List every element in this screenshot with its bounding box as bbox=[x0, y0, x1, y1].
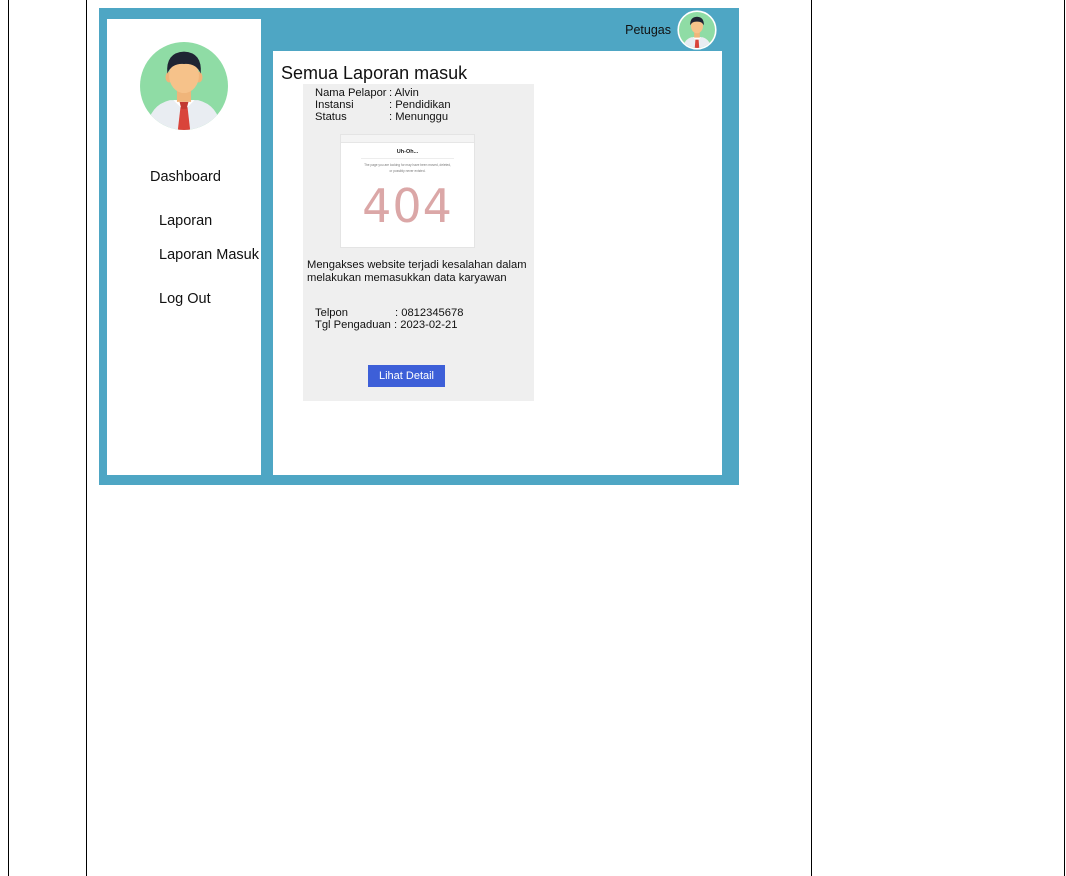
report-key: Nama Pelapor bbox=[315, 87, 387, 99]
contact-value: : 2023-02-21 bbox=[394, 319, 458, 331]
sidebar: Dashboard Laporan Laporan Masuk Log Out bbox=[107, 19, 261, 475]
sidebar-item-logout[interactable]: Log Out bbox=[159, 291, 211, 307]
table-border-col1 bbox=[86, 0, 87, 876]
report-value: : Pendidikan bbox=[389, 99, 451, 111]
contact-value: : 0812345678 bbox=[395, 307, 464, 319]
report-value: : Menunggu bbox=[389, 111, 449, 123]
report-description: Mengakses website terjadi kesalahan dala… bbox=[307, 259, 527, 284]
screenshot-title: Uh-Oh... bbox=[396, 149, 419, 155]
sidebar-item-laporan[interactable]: Laporan bbox=[159, 213, 212, 229]
main-content: Semua Laporan masuk Nama Pelapor: Alvin … bbox=[273, 51, 722, 475]
report-row-nama: Nama Pelapor: Alvin bbox=[315, 87, 419, 99]
screenshot-message: The page you are looking for may have be… bbox=[364, 163, 451, 167]
sidebar-item-laporan-masuk[interactable]: Laporan Masuk bbox=[159, 247, 259, 263]
screenshot-error-code: 404 bbox=[362, 179, 453, 233]
lihat-detail-button[interactable]: Lihat Detail bbox=[368, 365, 445, 387]
contact-key: Tgl Pengaduan bbox=[315, 319, 391, 331]
user-avatar-icon[interactable] bbox=[677, 10, 717, 50]
page-title: Semua Laporan masuk bbox=[281, 63, 468, 83]
sidebar-item-dashboard[interactable]: Dashboard bbox=[150, 169, 221, 185]
contact-key: Telpon bbox=[315, 307, 348, 319]
report-screenshot[interactable]: Uh-Oh... The page you are looking for ma… bbox=[340, 134, 475, 248]
report-row-tgl-pengaduan: Tgl Pengaduan : 2023-02-21 bbox=[315, 319, 457, 331]
report-row-status: Status : Menunggu bbox=[315, 111, 448, 123]
screenshot-divider bbox=[361, 158, 454, 159]
app-mockup-frame: Petugas Dashboard Laporan Laporan Masuk … bbox=[99, 8, 739, 485]
screenshot-message: or possibly never existed. bbox=[389, 169, 426, 173]
profile-avatar-icon bbox=[140, 42, 228, 130]
screenshot-browser-bar bbox=[341, 135, 474, 143]
report-key: Instansi bbox=[315, 99, 354, 111]
user-menu[interactable]: Petugas bbox=[625, 10, 717, 50]
table-border-right bbox=[1064, 0, 1065, 876]
table-border-left bbox=[8, 0, 9, 876]
report-card: Nama Pelapor: Alvin Instansi : Pendidikan… bbox=[303, 84, 534, 401]
report-row-telpon: Telpon : 0812345678 bbox=[315, 307, 463, 319]
report-key: Status bbox=[315, 111, 347, 123]
user-role-label: Petugas bbox=[625, 23, 671, 37]
report-value: : Alvin bbox=[389, 87, 419, 99]
table-border-col2 bbox=[811, 0, 812, 876]
report-row-instansi: Instansi : Pendidikan bbox=[315, 99, 451, 111]
